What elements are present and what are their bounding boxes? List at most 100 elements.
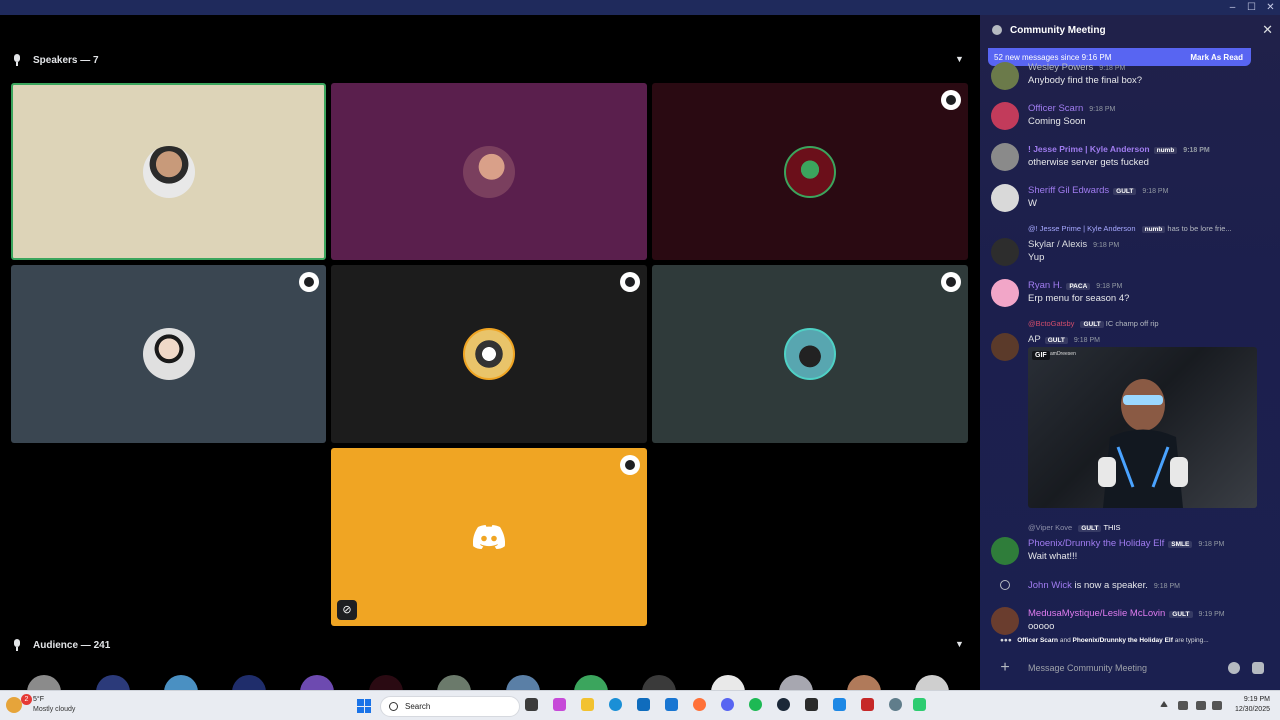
server-tag: SMLE: [1168, 541, 1193, 548]
avatar: [991, 184, 1019, 212]
close-window-button[interactable]: ✕: [1261, 0, 1280, 15]
avatar: [463, 145, 515, 198]
speaker-tile[interactable]: [11, 83, 326, 260]
reply-preview[interactable]: @BctoGatsby GULT IC champ off rip: [1028, 319, 1159, 328]
speaker-tile[interactable]: ⊘: [331, 448, 647, 626]
clock[interactable]: 9:19 PM 12/30/2025: [1235, 695, 1270, 715]
avatar: [991, 279, 1019, 307]
reply-preview[interactable]: @! Jesse Prime | Kyle Anderson numb has …: [1028, 224, 1232, 233]
network-icon[interactable]: [1196, 701, 1206, 710]
search-label: Search: [405, 702, 431, 711]
steam-icon[interactable]: [777, 698, 790, 711]
server-tag: GULT: [1169, 611, 1193, 618]
new-messages-text: 52 new messages since 9:16 PM: [994, 52, 1112, 62]
stage-area: Speakers — 7 ▼ ⊘ Audience — 241 ▼: [0, 15, 977, 690]
message-time: 9:18 PM: [1089, 106, 1116, 113]
edge-icon[interactable]: [609, 698, 622, 711]
speakers-header[interactable]: Speakers — 7 ▼: [0, 45, 977, 75]
server-tag: numb: [1141, 226, 1166, 233]
reply-preview[interactable]: @Viper Kove GULT THIS: [1028, 523, 1121, 532]
message-text: Yup: [1028, 252, 1045, 263]
minimize-button[interactable]: –: [1223, 0, 1242, 15]
moderator-badge-icon: [620, 272, 640, 292]
author-name: Sheriff Gil Edwards: [1028, 185, 1110, 196]
system-text: John Wick is now a speaker. 9:18 PM: [1028, 580, 1180, 591]
discord-icon[interactable]: [721, 698, 734, 711]
emoji-icon[interactable]: [1228, 662, 1240, 674]
chat-title: Community Meeting: [1010, 24, 1106, 36]
server-tag: GULT: [1113, 188, 1137, 195]
mail-icon[interactable]: [665, 698, 678, 711]
chat-header: Community Meeting ✕: [980, 15, 1280, 45]
temperature: 5°F: [33, 696, 44, 703]
message-time: 9:18 PM: [1093, 242, 1120, 249]
task-view-icon[interactable]: [525, 698, 538, 711]
valorant-icon[interactable]: [861, 698, 874, 711]
close-icon[interactable]: ✕: [1262, 22, 1273, 37]
microphone-tray-icon[interactable]: [1178, 701, 1188, 710]
message-text: Wait what!!!: [1028, 551, 1078, 562]
mark-as-read-button[interactable]: Mark As Read: [1190, 53, 1243, 62]
avatar: [991, 607, 1019, 635]
avatar: [991, 238, 1019, 266]
author-name: Phoenix/Drunnky the Holiday Elf: [1028, 538, 1165, 549]
speaker-tile[interactable]: [331, 265, 647, 443]
message-time: 9:18 PM: [1096, 283, 1123, 290]
message-text: Erp menu for season 4?: [1028, 293, 1130, 304]
store-icon[interactable]: [637, 698, 650, 711]
author-name: ! Jesse Prime | Kyle Anderson: [1028, 144, 1150, 154]
typing-indicator: ●●● Officer Scarn and Phoenix/Drunnky th…: [1000, 637, 1209, 644]
file-explorer-icon[interactable]: [581, 698, 594, 711]
windows-start-icon[interactable]: [357, 699, 371, 713]
server-tag: numb: [1153, 147, 1178, 154]
audience-icon: [12, 639, 22, 651]
reply-text: has to be lore frie...: [1167, 224, 1232, 233]
message-composer[interactable]: + Message Community Meeting: [988, 655, 1272, 681]
author-name: Officer Scarn: [1028, 103, 1084, 114]
speaker-tile[interactable]: [652, 265, 968, 443]
avatar: [463, 328, 515, 380]
avatar: [784, 328, 836, 380]
camera-off-icon: ⊘: [337, 600, 357, 620]
message-time: 9:18 PM: [1198, 541, 1225, 548]
firefox-icon[interactable]: [693, 698, 706, 711]
chevron-up-icon[interactable]: [1160, 701, 1168, 707]
author-name: Ryan H.: [1028, 280, 1063, 291]
speaker-tile[interactable]: [331, 83, 647, 260]
settings-icon[interactable]: [889, 698, 902, 711]
message-time: 9:18 PM: [1153, 583, 1180, 590]
message-input[interactable]: Message Community Meeting: [1028, 663, 1147, 673]
audience-header[interactable]: Audience — 241 ▼: [0, 630, 977, 660]
typing-dots-icon: ●●●: [1000, 637, 1012, 644]
copilot-icon[interactable]: [553, 698, 566, 711]
message-time: 9:18 PM: [1142, 188, 1169, 195]
author-name: Skylar / Alexis: [1028, 239, 1088, 250]
spotify-icon[interactable]: [749, 698, 762, 711]
apps-icon[interactable]: [1252, 662, 1264, 674]
message-text: otherwise server gets fucked: [1028, 157, 1149, 168]
typing-suffix: are typing...: [1172, 637, 1209, 644]
speaker-tile[interactable]: [652, 83, 968, 260]
xbox-icon[interactable]: [805, 698, 818, 711]
maximize-button[interactable]: ☐: [1242, 0, 1261, 15]
message-author: Officer Scarn 9:18 PM: [1028, 103, 1115, 114]
server-tag: GULT: [1078, 525, 1102, 532]
author-name: John Wick: [1028, 580, 1072, 591]
message-text: Anybody find the final box?: [1028, 75, 1143, 86]
message-author: Sheriff Gil Edwards GULT 9:18 PM: [1028, 185, 1168, 196]
chevron-down-icon[interactable]: ▼: [955, 639, 965, 649]
gif-attachment[interactable]: GIF amDreesen: [1028, 347, 1257, 508]
add-attachment-button[interactable]: +: [994, 659, 1016, 677]
reply-author: @Viper Kove: [1028, 523, 1073, 532]
clock-date: 12/30/2025: [1234, 706, 1270, 713]
volume-icon[interactable]: [1212, 701, 1222, 710]
weather-icon: [6, 697, 22, 713]
reply-author: @! Jesse Prime | Kyle Anderson: [1028, 224, 1136, 233]
message-author: MedusaMystique/Leslie McLovin GULT 9:19 PM: [1028, 608, 1225, 619]
app-icon[interactable]: [913, 698, 926, 711]
speaker-tile[interactable]: [11, 265, 326, 443]
taskbar-search[interactable]: Search: [380, 696, 520, 717]
chevron-down-icon[interactable]: ▼: [955, 54, 965, 64]
notepad-icon[interactable]: [833, 698, 846, 711]
chat-bubble-icon: [992, 25, 1002, 35]
